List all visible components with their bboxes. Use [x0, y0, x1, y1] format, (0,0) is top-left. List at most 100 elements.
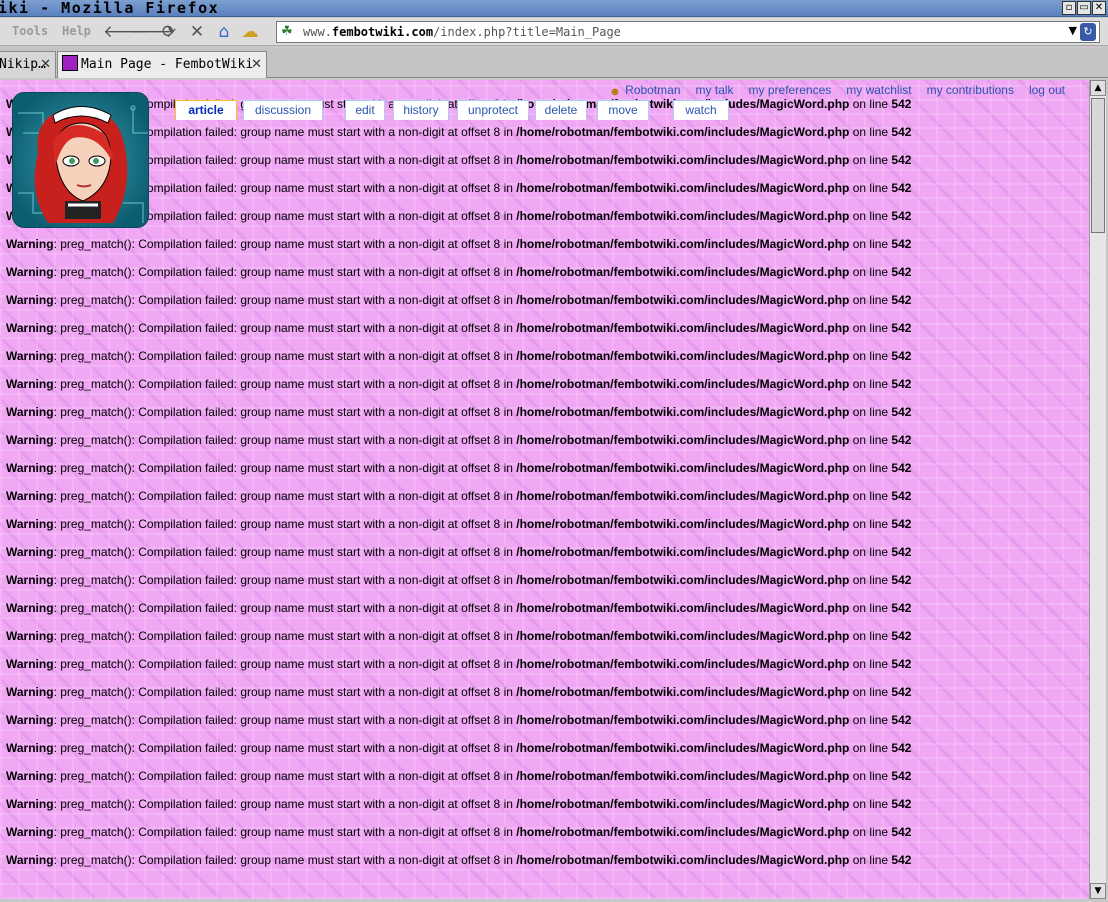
user-page-link[interactable]: ☻ Robotman — [609, 83, 680, 98]
warning-line-number: 542 — [891, 769, 912, 783]
scroll-up-arrow-icon[interactable]: ▲ — [1090, 80, 1106, 96]
log-out-link[interactable]: log out — [1029, 83, 1065, 98]
warning-message: : preg_match(): Compilation failed: grou… — [53, 713, 517, 727]
personal-tools: ☻ Robotman my talk my preferences my watc… — [609, 83, 1065, 98]
tab-watch[interactable]: watch — [673, 100, 729, 120]
wiki-logo[interactable] — [12, 92, 149, 228]
warning-row: Warning: preg_match(): Compilation faile… — [6, 684, 1086, 712]
tab-wikipedia[interactable]: Nikip… ✕ — [0, 51, 56, 78]
tab-unprotect[interactable]: unprotect — [457, 100, 529, 120]
warning-label: Warning — [6, 293, 54, 307]
warning-line-number: 542 — [891, 545, 912, 559]
warning-message: : preg_match(): Compilation failed: grou… — [53, 825, 517, 839]
my-watchlist-link[interactable]: my watchlist — [846, 83, 911, 98]
warning-row: Warning: preg_match(): Compilation faile… — [6, 600, 1086, 628]
warning-line-number: 542 — [891, 825, 912, 839]
back-arrow-icon[interactable]: 🡐 — [103, 21, 149, 43]
warning-line-number: 542 — [891, 153, 912, 167]
warning-file: /home/robotman/fembotwiki.com/includes/M… — [516, 405, 850, 419]
warning-file: /home/robotman/fembotwiki.com/includes/M… — [516, 293, 850, 307]
warning-file: /home/robotman/fembotwiki.com/includes/M… — [516, 685, 850, 699]
scroll-down-arrow-icon[interactable]: ▼ — [1090, 883, 1106, 899]
warning-file: /home/robotman/fembotwiki.com/includes/M… — [516, 601, 850, 615]
warning-message: : preg_match(): Compilation failed: grou… — [53, 265, 517, 279]
home-icon[interactable]: ⌂ — [213, 21, 235, 43]
warning-message: : preg_match(): Compilation failed: grou… — [53, 349, 517, 363]
tab-close-icon[interactable]: ✕ — [251, 52, 262, 78]
warning-row: Warning: preg_match(): Compilation faile… — [6, 488, 1086, 516]
tab-history[interactable]: history — [393, 100, 449, 120]
warning-label: Warning — [6, 461, 54, 475]
warning-on-line: on line — [849, 293, 892, 307]
warning-label: Warning — [6, 825, 54, 839]
my-preferences-link[interactable]: my preferences — [749, 83, 832, 98]
warning-file: /home/robotman/fembotwiki.com/includes/M… — [516, 461, 850, 475]
my-talk-link[interactable]: my talk — [696, 83, 734, 98]
warning-line-number: 542 — [891, 517, 912, 531]
tab-close-icon[interactable]: ✕ — [40, 52, 51, 78]
warning-line-number: 542 — [891, 601, 912, 615]
forward-arrow-icon[interactable]: 🡒 — [130, 21, 176, 43]
tab-delete[interactable]: delete — [535, 100, 587, 120]
warning-line-number: 542 — [891, 573, 912, 587]
tab-article[interactable]: article — [175, 100, 237, 120]
warning-row: Warning: preg_match(): Compilation faile… — [6, 824, 1086, 852]
warning-line-number: 542 — [891, 97, 912, 111]
warning-row: Warning: preg_match(): Compilation faile… — [6, 376, 1086, 404]
warning-line-number: 542 — [891, 685, 912, 699]
scroll-thumb[interactable] — [1091, 98, 1105, 233]
tab-main-page[interactable]: Main Page - FembotWiki ✕ — [57, 51, 267, 78]
warning-label: Warning — [6, 433, 54, 447]
maximize-button[interactable]: ▭ — [1077, 1, 1091, 15]
warning-message: : preg_match(): Compilation failed: grou… — [53, 573, 517, 587]
warning-file: /home/robotman/fembotwiki.com/includes/M… — [516, 433, 850, 447]
warning-label: Warning — [6, 713, 54, 727]
warning-file: /home/robotman/fembotwiki.com/includes/M… — [516, 181, 850, 195]
warning-message: : preg_match(): Compilation failed: grou… — [53, 797, 517, 811]
warning-row: Warning: preg_match(): Compilation faile… — [6, 712, 1086, 740]
reload-icon[interactable]: ⟳ — [158, 21, 180, 43]
warning-on-line: on line — [849, 601, 892, 615]
site-identity-icon[interactable]: ☘ — [281, 24, 297, 40]
tab-discussion[interactable]: discussion — [243, 100, 323, 120]
close-window-button[interactable]: ✕ — [1092, 1, 1106, 15]
warning-label: Warning — [6, 237, 54, 251]
warning-label: Warning — [6, 517, 54, 531]
warning-message: : preg_match(): Compilation failed: grou… — [53, 377, 517, 391]
vertical-scrollbar[interactable]: ▲ ▼ — [1089, 80, 1106, 899]
warning-on-line: on line — [849, 573, 892, 587]
warning-line-number: 542 — [891, 489, 912, 503]
warning-label: Warning — [6, 265, 54, 279]
my-contributions-link[interactable]: my contributions — [927, 83, 1014, 98]
warning-on-line: on line — [849, 181, 892, 195]
warning-line-number: 542 — [891, 433, 912, 447]
stop-icon[interactable]: ✕ — [186, 21, 208, 43]
tab-edit[interactable]: edit — [345, 100, 385, 120]
warning-label: Warning — [6, 741, 54, 755]
warning-row: Warning: preg_match(): Compilation faile… — [6, 740, 1086, 768]
url-text[interactable]: www.fembotwiki.com/index.php?title=Main_… — [303, 25, 621, 39]
warning-on-line: on line — [849, 797, 892, 811]
warning-on-line: on line — [849, 713, 892, 727]
url-dropdown-icon[interactable]: ▼ — [1069, 24, 1077, 37]
menu-help[interactable]: Help — [62, 24, 91, 38]
warning-label: Warning — [6, 405, 54, 419]
warning-file: /home/robotman/fembotwiki.com/includes/M… — [516, 517, 850, 531]
warning-line-number: 542 — [891, 461, 912, 475]
go-button[interactable]: ↻ — [1080, 23, 1096, 41]
window-title: iki - Mozilla Firefox — [0, 0, 220, 17]
minimize-button[interactable]: ▫ — [1062, 1, 1076, 15]
warning-message: : preg_match(): Compilation failed: grou… — [53, 433, 517, 447]
warning-line-number: 542 — [891, 265, 912, 279]
warning-file: /home/robotman/fembotwiki.com/includes/M… — [516, 321, 850, 335]
window-titlebar[interactable]: iki - Mozilla Firefox ▫ ▭ ✕ — [0, 0, 1108, 17]
warning-file: /home/robotman/fembotwiki.com/includes/M… — [516, 573, 850, 587]
tab-move[interactable]: move — [597, 100, 649, 120]
menu-tools[interactable]: Tools — [12, 24, 48, 38]
warning-message: : preg_match(): Compilation failed: grou… — [53, 629, 517, 643]
warning-on-line: on line — [849, 629, 892, 643]
weather-icon[interactable]: ☁ — [239, 21, 261, 43]
warning-line-number: 542 — [891, 853, 912, 867]
url-bar[interactable]: ☘ www.fembotwiki.com/index.php?title=Mai… — [276, 21, 1100, 43]
fembotwiki-favicon-icon — [62, 55, 78, 71]
